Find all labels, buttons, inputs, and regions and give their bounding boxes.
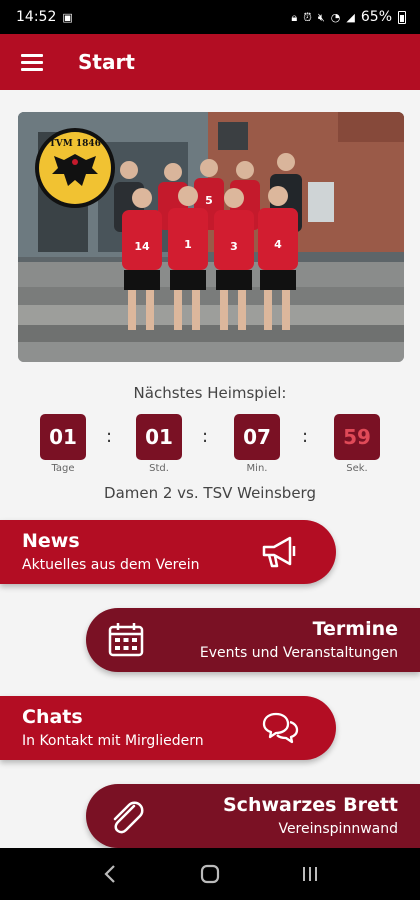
- status-time: 14:52: [16, 9, 57, 25]
- jersey-number: 4: [274, 238, 282, 251]
- countdown-separator: :: [302, 426, 309, 447]
- days-value: 01: [40, 414, 86, 460]
- seconds-label: Sek.: [346, 463, 368, 474]
- jersey-number: 1: [184, 238, 192, 251]
- back-chevron-icon: [104, 865, 115, 883]
- news-card[interactable]: News Aktuelles aus dem Verein: [0, 520, 336, 584]
- recent-apps-button[interactable]: [290, 854, 330, 894]
- recent-apps-icon: [303, 867, 317, 881]
- seconds-value: 59: [334, 414, 380, 460]
- signal-icon: ◢: [346, 10, 355, 24]
- minutes-value: 07: [234, 414, 280, 460]
- mute-icon: 🔇︎: [317, 10, 325, 24]
- paperclip-icon: [113, 801, 144, 834]
- hours-value: 01: [136, 414, 182, 460]
- schwarzes-brett-card[interactable]: Schwarzes Brett Vereinspinnwand: [86, 784, 420, 848]
- lock-icon: 🔒︎: [291, 10, 298, 24]
- home-button[interactable]: [190, 854, 230, 894]
- megaphone-icon: [262, 536, 296, 568]
- countdown-hours: 01 Std.: [136, 414, 182, 474]
- chats-card[interactable]: Chats In Kontakt mit Mirgliedern: [0, 696, 336, 760]
- minutes-label: Min.: [246, 463, 268, 474]
- countdown: 01 Tage : 01 Std. : 07 Min. : 59 Sek.: [0, 414, 420, 476]
- countdown-separator: :: [202, 426, 209, 447]
- hours-label: Std.: [149, 463, 169, 474]
- alarm-icon: ⏰︎: [303, 10, 312, 24]
- team-photo: 14 1 3 4 5 TVM 1846: [18, 112, 404, 362]
- club-logo: TVM 1846: [35, 128, 115, 208]
- countdown-seconds: 59 Sek.: [334, 414, 380, 474]
- page-title: Start: [78, 50, 135, 74]
- home-icon: [200, 864, 220, 884]
- termine-card[interactable]: Termine Events und Veranstaltungen: [86, 608, 420, 672]
- days-label: Tage: [51, 463, 75, 474]
- app-bar: Start: [0, 34, 420, 90]
- system-nav-bar: [0, 848, 420, 900]
- logo-text: TVM 1846: [49, 139, 101, 149]
- notification-icon: ▣: [62, 10, 73, 24]
- calendar-icon: [108, 623, 144, 657]
- jersey-number: 5: [205, 194, 213, 207]
- next-home-game-label: Nächstes Heimspiel:: [133, 384, 287, 402]
- jersey-number: 3: [230, 240, 238, 253]
- countdown-minutes: 07 Min.: [234, 414, 280, 474]
- back-button[interactable]: [90, 854, 130, 894]
- match-info: Damen 2 vs. TSV Weinsberg: [104, 484, 316, 502]
- status-bar: 14:52 ▣ 🔒︎ ⏰︎ 🔇︎ ◔ ◢ 65%: [0, 0, 420, 34]
- countdown-days: 01 Tage: [40, 414, 86, 474]
- hamburger-menu-icon[interactable]: [0, 34, 64, 90]
- countdown-separator: :: [106, 426, 113, 447]
- jersey-number: 14: [134, 240, 150, 253]
- wifi-icon: ◔: [330, 10, 341, 24]
- battery-percent: 65%: [360, 9, 392, 25]
- chat-bubbles-icon: [262, 712, 299, 744]
- battery-icon: [398, 10, 406, 24]
